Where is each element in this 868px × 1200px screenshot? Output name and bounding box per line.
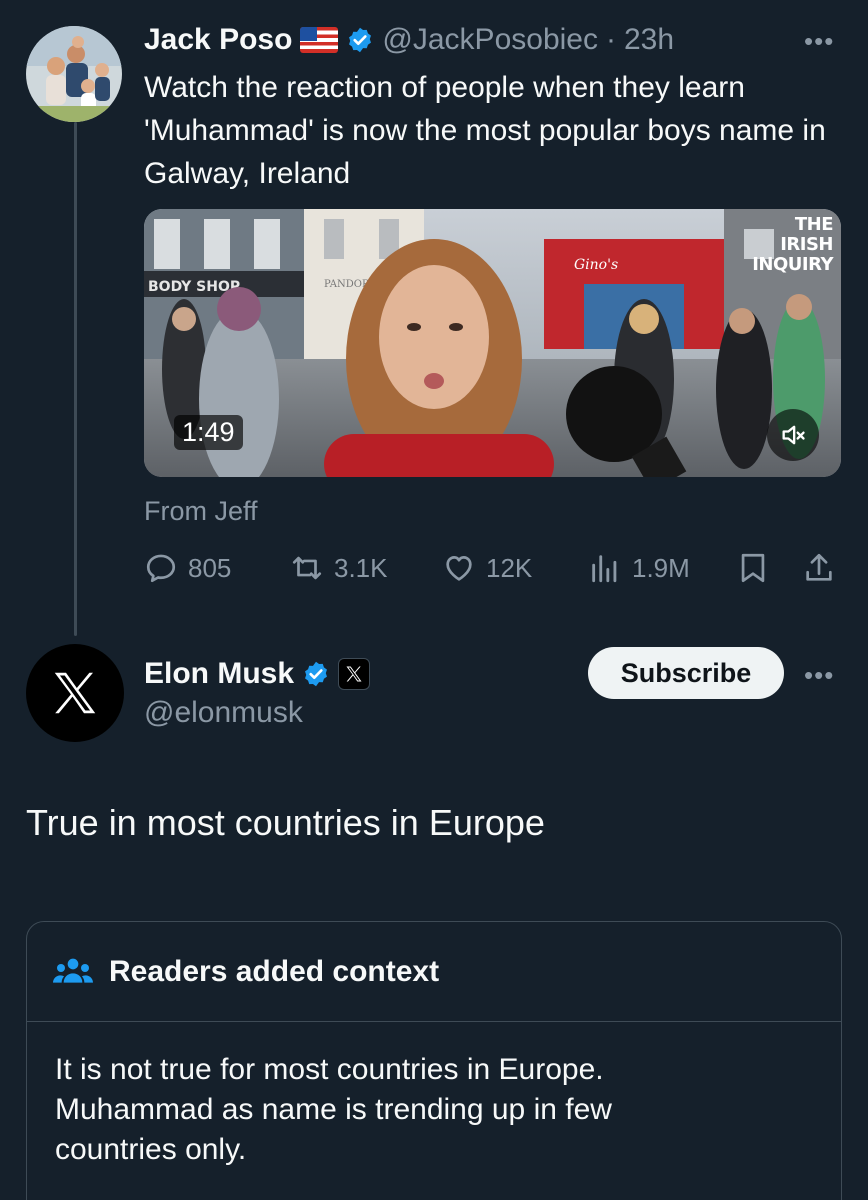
tweet2-text: True in most countries in Europe (26, 802, 545, 843)
community-note-header: Readers added context (27, 922, 841, 1022)
bookmark-icon (741, 553, 765, 583)
repost-icon (292, 556, 322, 580)
verified-badge-icon[interactable] (346, 26, 374, 54)
author-handle[interactable]: @elonmusk (144, 696, 303, 730)
community-note-body: It is not true for most countries in Eur… (27, 1022, 727, 1170)
tweet-video[interactable]: BODY SHOP PANDORA Gino's THE IRISH INQUI… (144, 209, 841, 477)
thread-connector-line (74, 122, 77, 636)
verified-badge-icon[interactable] (302, 660, 330, 688)
video-watermark: THE IRISH INQUIRY (752, 214, 833, 275)
jack-poso-avatar[interactable] (26, 26, 122, 122)
source-label[interactable]: From Jeff (144, 496, 258, 527)
like-button[interactable]: 12K (442, 546, 532, 590)
like-count: 12K (486, 552, 533, 583)
tweet1-action-bar: 805 3.1K 12K 1.9M (144, 546, 844, 590)
author-handle[interactable]: @JackPosobiec (382, 23, 598, 57)
views-count: 1.9M (632, 552, 690, 583)
author-name[interactable]: Elon Musk (144, 657, 294, 691)
tweet2-header: Elon Musk (144, 654, 371, 694)
community-note[interactable]: Readers added context It is not true for… (26, 921, 842, 1200)
us-flag-icon (300, 27, 339, 53)
reply-count: 805 (188, 552, 232, 583)
community-note-line: It is not true for most countries in Eur… (55, 1053, 604, 1086)
people-icon (53, 958, 93, 983)
views-icon (592, 555, 617, 583)
tweet1-text: Watch the reaction of people when they l… (144, 71, 826, 190)
elon-musk-avatar[interactable] (26, 644, 124, 742)
repost-button[interactable]: 3.1K (290, 546, 388, 590)
bookmark-button[interactable] (736, 546, 770, 590)
separator-dot: · (605, 23, 616, 56)
reply-button[interactable]: 805 (144, 546, 231, 590)
subscribe-button[interactable]: Subscribe (588, 647, 784, 699)
video-duration: 1:49 (174, 415, 243, 450)
repost-count: 3.1K (334, 552, 388, 583)
community-note-title: Readers added context (109, 954, 440, 988)
tweet-time[interactable]: 23h (624, 23, 674, 57)
community-note-line: countries only. (55, 1133, 247, 1166)
share-button[interactable] (802, 546, 836, 590)
author-name[interactable]: Jack Poso (144, 23, 292, 57)
more-icon[interactable]: ••• (804, 660, 834, 691)
shop-sign-right: Gino's (574, 257, 618, 273)
x-affiliate-badge-icon[interactable] (338, 658, 371, 690)
reply-icon (146, 554, 176, 583)
like-icon (446, 556, 472, 581)
more-icon[interactable]: ••• (804, 26, 834, 57)
views-button[interactable]: 1.9M (588, 546, 690, 590)
x-logo-icon (54, 672, 96, 714)
share-icon (806, 553, 832, 581)
mute-icon[interactable] (767, 409, 819, 461)
tweet1-header: Jack Poso @JackPosobiec · 23h (144, 20, 674, 60)
video-thumbnail: BODY SHOP PANDORA Gino's (144, 209, 841, 477)
community-note-line: Muhammad as name is trending up in few (55, 1093, 612, 1126)
